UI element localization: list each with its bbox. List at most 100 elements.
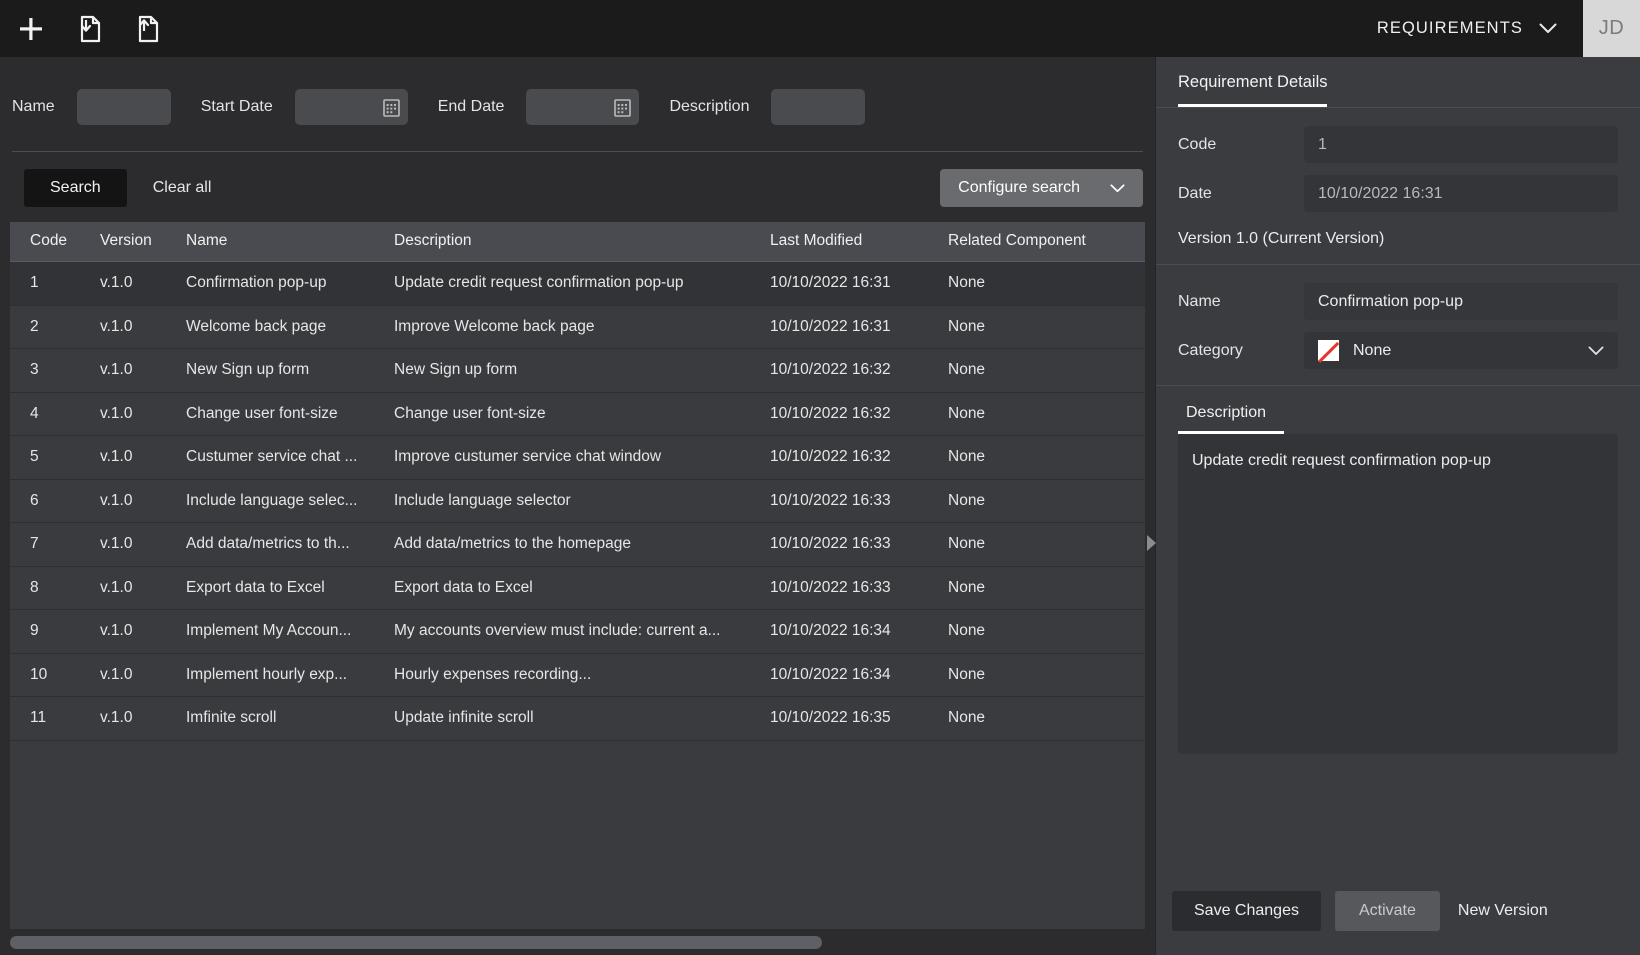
cell-description: Add data/metrics to the homepage (394, 522, 770, 567)
cell-version: v.1.0 (100, 435, 186, 480)
panel-attributes-section: Name Confirmation pop-up Category None (1156, 265, 1640, 386)
code-field-row: Code 1 (1178, 126, 1618, 163)
description-input[interactable] (771, 89, 866, 125)
cell-code: 10 (10, 653, 100, 697)
table-empty-area (10, 740, 1145, 929)
clear-all-button[interactable]: Clear all (153, 179, 212, 197)
cell-name: Implement My Accoun... (186, 609, 394, 654)
panel-action-buttons: Save Changes Activate New Version (1156, 871, 1640, 955)
table-row[interactable]: 7 v.1.0 Add data/metrics to th... Add data/… (10, 522, 1145, 567)
topbar-right-group: REQUIREMENTS JD (1377, 0, 1640, 57)
cell-description: Hourly expenses recording... (394, 653, 770, 697)
add-button[interactable] (10, 8, 52, 50)
requirements-table-element: Code Version Name Description Last Modif… (10, 222, 1145, 741)
date-field[interactable]: 10/10/2022 16:31 (1304, 175, 1618, 212)
cell-description: Export data to Excel (394, 566, 770, 610)
table-row[interactable]: 4 v.1.0 Change user font-size Change user f… (10, 392, 1145, 436)
cell-related-component: None (948, 435, 1145, 480)
export-button[interactable] (126, 8, 168, 50)
name-input[interactable] (76, 89, 171, 125)
table-row[interactable]: 6 v.1.0 Include language selec... Include l… (10, 479, 1145, 523)
activate-button[interactable]: Activate (1334, 891, 1440, 931)
table-header-row: Code Version Name Description Last Modif… (10, 222, 1145, 262)
cell-last-modified: 10/10/2022 16:32 (770, 392, 948, 436)
add-icon (20, 17, 42, 40)
cell-last-modified: 10/10/2022 16:33 (770, 479, 948, 523)
end-date-input[interactable] (526, 89, 640, 125)
category-select[interactable]: None (1304, 332, 1618, 369)
cell-last-modified: 10/10/2022 16:34 (770, 609, 948, 654)
cell-last-modified: 10/10/2022 16:33 (770, 566, 948, 610)
tab-description[interactable]: Description (1178, 404, 1285, 434)
cell-version: v.1.0 (100, 653, 186, 697)
code-field[interactable]: 1 (1304, 126, 1618, 163)
cell-last-modified: 10/10/2022 16:35 (770, 696, 948, 741)
cell-related-component: None (948, 696, 1145, 741)
panel-tab-bar: Requirement Details (1156, 57, 1640, 108)
cell-description: Include language selector (394, 479, 770, 523)
filter-label-description: Description (669, 98, 750, 115)
save-changes-button[interactable]: Save Changes (1172, 891, 1321, 931)
column-header-name[interactable]: Name (186, 222, 394, 262)
cell-name: Implement hourly exp... (186, 653, 394, 697)
horizontal-scrollbar-thumb[interactable] (10, 935, 822, 949)
search-filter-bar: Name Start Date End Date Description (0, 57, 1155, 135)
requirement-details-panel: Requirement Details Code 1 Date 10/10/20… (1155, 57, 1640, 955)
date-label: Date (1178, 184, 1212, 202)
version-text: Version 1.0 (Current Version) (1178, 230, 1385, 247)
table-row[interactable]: 11 v.1.0 Imfinite scroll Update infinite sc… (10, 696, 1145, 741)
name-field-row: Name Confirmation pop-up (1178, 283, 1618, 320)
cell-code: 11 (10, 696, 100, 741)
export-file-icon (138, 15, 159, 42)
column-header-code[interactable]: Code (10, 222, 100, 262)
cell-version: v.1.0 (100, 479, 186, 523)
column-header-description[interactable]: Description (394, 222, 770, 262)
tab-requirement-details[interactable]: Requirement Details (1178, 73, 1328, 107)
category-selected-value-group: None (1318, 340, 1391, 361)
table-row[interactable]: 8 v.1.0 Export data to Excel Export data to… (10, 566, 1145, 610)
column-header-version[interactable]: Version (100, 222, 186, 262)
table-row[interactable]: 10 v.1.0 Implement hourly exp... Hourly exp… (10, 653, 1145, 697)
import-button[interactable] (68, 8, 110, 50)
filter-label-name: Name (12, 98, 55, 115)
category-label: Category (1178, 341, 1243, 359)
cell-version: v.1.0 (100, 609, 186, 654)
panel-collapse-handle[interactable] (1147, 535, 1156, 551)
table-row[interactable]: 1 v.1.0 Confirmation pop-up Update credit r… (10, 261, 1145, 306)
cell-version: v.1.0 (100, 522, 186, 567)
cell-code: 5 (10, 435, 100, 480)
horizontal-scrollbar[interactable] (0, 929, 1155, 955)
table-body: 1 v.1.0 Confirmation pop-up Update credit r… (10, 261, 1145, 741)
table-row[interactable]: 5 v.1.0 Custumer service chat ... Improve c… (10, 435, 1145, 480)
cell-code: 9 (10, 609, 100, 654)
table-header: Code Version Name Description Last Modif… (10, 222, 1145, 262)
cell-related-component: None (948, 392, 1145, 436)
filter-row: Name Start Date End Date Description (12, 89, 1143, 125)
start-date-input[interactable] (294, 89, 408, 125)
table-row[interactable]: 9 v.1.0 Implement My Accoun... My accounts … (10, 609, 1145, 654)
name-field[interactable]: Confirmation pop-up (1304, 283, 1618, 320)
cell-related-component: None (948, 479, 1145, 523)
avatar[interactable]: JD (1583, 0, 1640, 57)
module-selector[interactable]: REQUIREMENTS (1377, 19, 1583, 38)
cell-version: v.1.0 (100, 566, 186, 610)
filter-label-end-date: End Date (437, 98, 505, 115)
cell-version: v.1.0 (100, 305, 186, 349)
new-version-button[interactable]: New Version (1454, 902, 1552, 920)
filter-label-start-date: Start Date (200, 98, 273, 115)
top-toolbar: REQUIREMENTS JD (0, 0, 1640, 57)
table-row[interactable]: 3 v.1.0 New Sign up form New Sign up form 10… (10, 348, 1145, 393)
cell-name: Include language selec... (186, 479, 394, 523)
cell-description: Update infinite scroll (394, 696, 770, 741)
cell-version: v.1.0 (100, 392, 186, 436)
chevron-down-icon (1588, 346, 1604, 355)
search-button[interactable]: Search (24, 169, 127, 207)
cell-related-component: None (948, 522, 1145, 567)
cell-last-modified: 10/10/2022 16:32 (770, 435, 948, 480)
description-textarea[interactable]: Update credit request confirmation pop-u… (1178, 434, 1618, 754)
configure-search-button[interactable]: Configure search (940, 169, 1143, 207)
cell-name: Imfinite scroll (186, 696, 394, 741)
column-header-related-component[interactable]: Related Component (948, 222, 1145, 262)
column-header-last-modified[interactable]: Last Modified (770, 222, 948, 262)
table-row[interactable]: 2 v.1.0 Welcome back page Improve Welcome b… (10, 305, 1145, 349)
